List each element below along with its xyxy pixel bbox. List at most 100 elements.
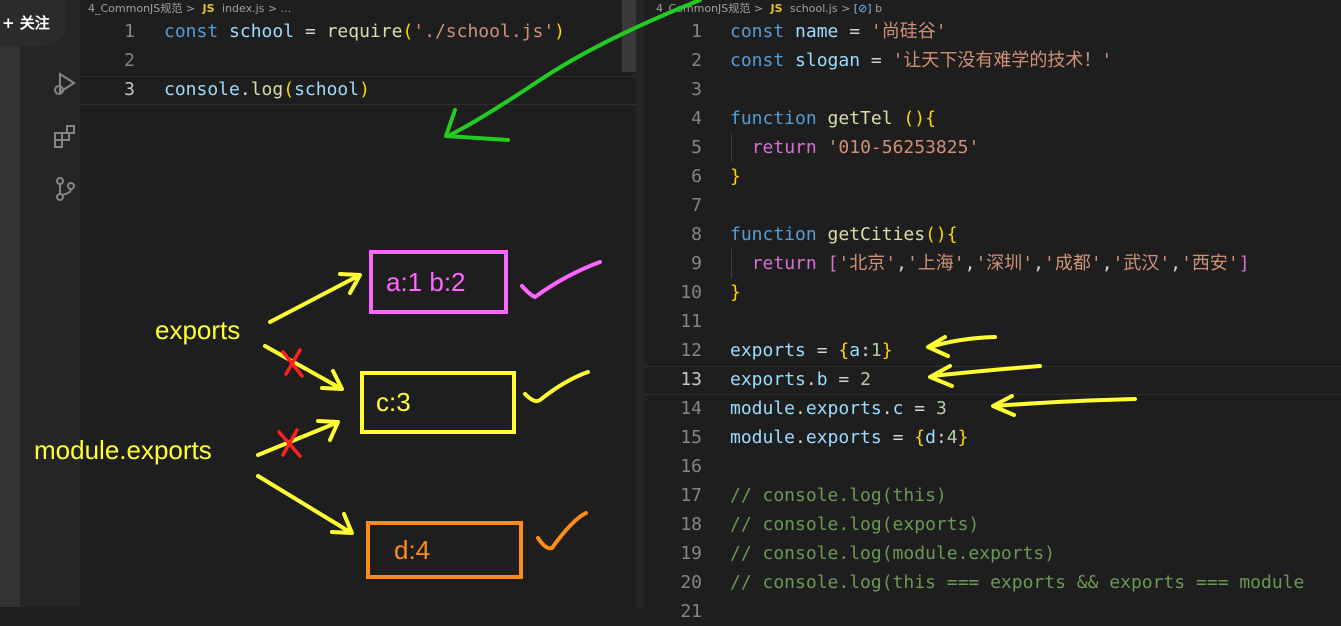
code-text[interactable]: // console.log(this) — [730, 481, 947, 510]
code-text[interactable]: const school = require('./school.js') — [164, 17, 565, 46]
code-token: '武汉' — [1112, 253, 1171, 274]
code-text[interactable]: exports = {a:1} — [730, 336, 893, 365]
code-text[interactable]: function getTel (){ — [730, 104, 936, 133]
code-token: { — [838, 340, 850, 361]
line-number: 3 — [691, 79, 702, 100]
code-token: './school.js' — [413, 21, 555, 42]
code-token: . — [795, 427, 806, 448]
line-number: 12 — [680, 340, 702, 361]
code-text[interactable]: module.exports.c = 3 — [730, 394, 947, 423]
code-token: = — [827, 369, 861, 390]
annotation-exports-label: exports — [155, 315, 241, 345]
code-text[interactable]: return '010-56253825' — [730, 133, 980, 162]
code-token: '北京' — [838, 253, 897, 274]
extensions-icon[interactable] — [52, 124, 78, 150]
code-token: , — [896, 253, 907, 274]
code-token: const — [730, 50, 785, 71]
left-scrollbar-thumb[interactable] — [622, 0, 636, 72]
code-token: , — [964, 253, 976, 274]
code-token: log — [250, 79, 284, 100]
breadcrumb-separator: > — [267, 2, 278, 15]
follow-button[interactable]: + 关注 — [0, 0, 66, 46]
line-number: 4 — [691, 108, 702, 129]
code-token: function — [730, 224, 817, 245]
symbol-variable-icon: [⊘] — [853, 2, 872, 15]
editor-split-divider[interactable] — [636, 0, 644, 607]
code-token: function — [730, 108, 817, 129]
line-number: 17 — [680, 485, 702, 506]
code-text[interactable]: // console.log(module.exports) — [730, 539, 1055, 568]
code-token: = — [903, 398, 936, 419]
breadcrumb-file[interactable]: school.js — [790, 2, 838, 15]
line-number: 6 — [691, 166, 702, 187]
left-breadcrumb[interactable]: 4_CommonJS规范 > JS index.js > ... — [88, 0, 292, 15]
js-file-icon: JS — [202, 2, 215, 15]
line-number: 1 — [691, 21, 702, 42]
line-number: 15 — [680, 427, 702, 448]
line-number: 5 — [691, 137, 702, 158]
code-token: exports — [805, 398, 882, 419]
line-number: 1 — [124, 21, 135, 42]
code-token: = — [805, 340, 839, 361]
code-token: : — [860, 340, 871, 361]
code-token: school — [229, 21, 295, 42]
source-control-icon[interactable] — [52, 176, 78, 202]
line-number: 7 — [691, 195, 702, 216]
code-token: school — [294, 79, 360, 100]
code-token: . — [795, 398, 806, 419]
code-token: } — [730, 166, 741, 187]
annotation-module-exports-label: module.exports — [34, 435, 212, 465]
line-number: 14 — [680, 398, 702, 419]
breadcrumb-folder[interactable]: 4_CommonJS规范 — [88, 2, 182, 15]
code-token: // console.log(module.exports) — [730, 543, 1056, 564]
code-token: '尚硅谷' — [870, 21, 947, 42]
code-token: ( — [402, 21, 414, 42]
code-token: , — [1101, 253, 1113, 274]
code-text[interactable]: } — [730, 162, 741, 191]
code-text[interactable]: module.exports = {d:4} — [730, 423, 968, 452]
code-token: d — [925, 427, 936, 448]
breadcrumb-folder[interactable]: 4_CommonJS规范 — [656, 2, 750, 15]
run-debug-icon[interactable] — [52, 70, 78, 96]
code-token: } — [730, 282, 741, 303]
activity-bar — [0, 0, 20, 607]
code-text[interactable]: exports.b = 2 — [730, 365, 871, 394]
code-token: module — [730, 398, 796, 419]
line-number: 21 — [680, 601, 702, 622]
code-token: exports — [805, 427, 882, 448]
code-token: = — [881, 427, 915, 448]
code-text[interactable]: return ['北京','上海','深圳','成都','武汉','西安'] — [730, 249, 1250, 278]
code-token: = — [838, 21, 871, 42]
code-token: return — [751, 137, 817, 158]
code-text[interactable]: const slogan = '让天下没有难学的技术！' — [730, 46, 1112, 75]
line-number: 9 — [691, 253, 702, 274]
code-text[interactable]: // console.log(this === exports && expor… — [730, 568, 1304, 597]
code-text[interactable]: console.log(school) — [164, 75, 370, 104]
code-text[interactable]: function getCities(){ — [730, 220, 958, 249]
code-token: b — [816, 369, 828, 390]
line-number: 11 — [680, 311, 702, 332]
line-number: 18 — [680, 514, 702, 535]
code-text[interactable]: } — [730, 278, 741, 307]
code-token: return — [751, 253, 817, 274]
annotation-box-d: d:4 — [366, 521, 523, 579]
right-breadcrumb[interactable]: 4_CommonJS规范 > JS school.js > [⊘] b — [656, 0, 882, 15]
breadcrumb-more[interactable]: ... — [281, 2, 292, 15]
code-token: () — [903, 108, 926, 129]
code-token: } — [957, 427, 969, 448]
indent-guide — [731, 249, 732, 278]
code-token: ) — [359, 79, 370, 100]
code-token: '010-56253825' — [827, 137, 980, 158]
annotation-box-ab-text: a:1 b:2 — [386, 267, 466, 297]
code-token: [ — [827, 253, 839, 274]
code-token: () — [925, 224, 947, 245]
breadcrumb-file[interactable]: index.js — [222, 2, 264, 15]
code-text[interactable]: // console.log(exports) — [730, 510, 979, 539]
breadcrumb-symbol[interactable]: b — [875, 2, 882, 15]
code-token: 4 — [946, 427, 958, 448]
code-text[interactable]: const name = '尚硅谷' — [730, 17, 947, 46]
